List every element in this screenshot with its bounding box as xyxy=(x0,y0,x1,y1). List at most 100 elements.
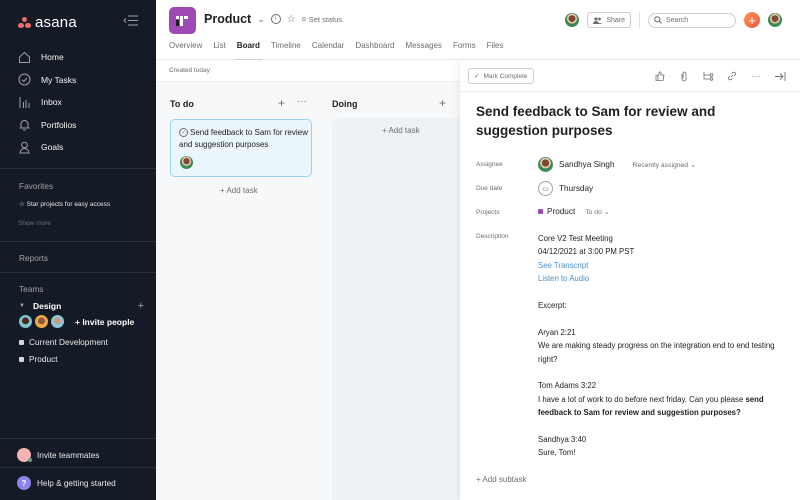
add-subtask-button[interactable]: + Add subtask xyxy=(476,475,526,484)
avatar[interactable] xyxy=(19,315,32,328)
caret-down-icon[interactable]: ▼ xyxy=(19,303,25,309)
add-task-button[interactable]: + Add task xyxy=(382,126,420,135)
collapse-sidebar-icon[interactable] xyxy=(123,15,139,27)
description-label: Description xyxy=(476,233,509,240)
project-label: Current Development xyxy=(29,337,108,347)
quick-add-button[interactable]: + xyxy=(744,12,760,28)
sidebar-item-label: Inbox xyxy=(41,97,62,108)
speaker-line: Sandhya 3:40 xyxy=(538,435,587,445)
sidebar-item-home[interactable]: Home xyxy=(18,46,148,69)
mark-complete-button[interactable]: ✓ Mark Complete xyxy=(468,68,534,84)
project-name[interactable]: Product xyxy=(547,207,575,216)
set-status-button[interactable]: Set status xyxy=(301,15,342,24)
project-color-icon xyxy=(19,339,24,345)
task-toolbar: ··· xyxy=(648,68,792,84)
recently-assigned-dropdown[interactable]: Recently assigned ⌄ xyxy=(633,161,696,169)
home-icon xyxy=(18,51,31,64)
section-dropdown[interactable]: To do ⌄ xyxy=(585,208,609,216)
assignee-avatar xyxy=(538,157,553,172)
project-member-avatar[interactable] xyxy=(565,13,580,27)
link-icon[interactable] xyxy=(720,68,744,84)
divider xyxy=(0,467,156,468)
divider xyxy=(0,168,156,169)
sidebar-item-inbox[interactable]: Inbox xyxy=(18,91,148,114)
sidebar-item-label: Portfolios xyxy=(41,119,77,130)
mark-complete-label: Mark Complete xyxy=(483,72,528,80)
projects-label: Projects xyxy=(476,209,500,216)
help-button[interactable]: ? Help & getting started xyxy=(17,476,116,490)
tab-files[interactable]: Files xyxy=(487,41,504,60)
tab-dashboard[interactable]: Dashboard xyxy=(355,41,394,60)
task-card-title: Send feedback to Sam for review and sugg… xyxy=(179,128,308,149)
attachment-icon[interactable] xyxy=(672,68,696,84)
like-icon[interactable] xyxy=(648,68,672,84)
show-more-link[interactable]: Show more xyxy=(18,220,51,227)
user-avatar[interactable] xyxy=(768,13,782,27)
project-color-icon xyxy=(19,356,24,362)
divider xyxy=(460,91,800,92)
check-circle-icon xyxy=(18,73,31,86)
add-project-icon[interactable]: + xyxy=(138,300,144,312)
reports-link[interactable]: Reports xyxy=(19,253,48,263)
task-title[interactable]: Send feedback to Sam for review and sugg… xyxy=(476,102,786,140)
add-task-button[interactable]: + Add task xyxy=(220,186,258,195)
listen-audio-link[interactable]: Listen to Audio xyxy=(538,272,788,285)
asana-logo[interactable]: asana xyxy=(18,14,77,31)
project-title: Product ⌄ i ☆ Set status xyxy=(204,12,342,26)
team-design[interactable]: ▼ Design + xyxy=(19,300,144,312)
sidebar-item-my-tasks[interactable]: My Tasks xyxy=(18,69,148,92)
invite-teammates-icon xyxy=(17,448,32,462)
tab-overview[interactable]: Overview xyxy=(169,41,202,60)
speaker-text: I have a lot of work to do before next f… xyxy=(538,393,788,420)
task-card[interactable]: ✓ Send feedback to Sam for review and su… xyxy=(170,119,312,177)
check-icon: ✓ xyxy=(474,73,480,80)
due-date-field[interactable]: ▭ Thursday xyxy=(538,181,593,196)
description[interactable]: Core V2 Test Meeting 04/12/2021 at 3:00 … xyxy=(538,232,788,460)
project-header: Product ⌄ i ☆ Set status Overview List B… xyxy=(156,0,800,60)
sidebar-item-goals[interactable]: Goals xyxy=(18,136,148,159)
subtask-icon[interactable] xyxy=(696,68,720,84)
more-icon[interactable]: ··· xyxy=(297,96,307,107)
meeting-time: 04/12/2021 at 3:00 PM PST xyxy=(538,247,635,257)
close-pane-icon[interactable] xyxy=(768,68,792,84)
tab-calendar[interactable]: Calendar xyxy=(312,41,344,60)
divider xyxy=(0,438,156,439)
project-label: Product xyxy=(29,354,58,364)
invite-people-button[interactable]: + Invite people xyxy=(75,317,134,327)
column-title-doing[interactable]: Doing xyxy=(332,99,358,109)
meeting-title: Core V2 Test Meeting xyxy=(538,234,613,243)
help-label: Help & getting started xyxy=(37,478,116,488)
board: To do + ··· ✓ Send feedback to Sam for r… xyxy=(156,82,460,500)
avatar[interactable] xyxy=(35,315,48,328)
speaker-line: Aryan 2:21 xyxy=(538,327,576,337)
tab-board[interactable]: Board xyxy=(234,41,263,60)
tab-timeline[interactable]: Timeline xyxy=(271,41,301,60)
projects-field[interactable]: Product To do ⌄ xyxy=(538,207,609,216)
project-name[interactable]: Product xyxy=(204,12,251,26)
info-icon[interactable]: i xyxy=(270,14,281,24)
more-icon[interactable]: ··· xyxy=(744,68,768,84)
sidebar-project-product[interactable]: Product xyxy=(19,354,58,364)
avatar[interactable] xyxy=(51,315,64,328)
add-task-icon[interactable]: + xyxy=(439,96,446,110)
star-icon[interactable]: ☆ xyxy=(287,14,296,25)
assignee-avatar[interactable] xyxy=(180,156,193,169)
assignee-field[interactable]: Sandhya Singh Recently assigned ⌄ xyxy=(538,157,696,172)
see-transcript-link[interactable]: See Transcript xyxy=(538,259,788,272)
share-button[interactable]: Share xyxy=(587,12,631,28)
teams-heading: Teams xyxy=(19,284,44,294)
project-icon[interactable] xyxy=(169,7,196,34)
column-title-to-do[interactable]: To do xyxy=(170,99,194,109)
sidebar-item-portfolios[interactable]: Portfolios xyxy=(18,114,148,137)
favorites-hint: ☆ Star projects for easy access xyxy=(19,201,111,208)
favorites-heading[interactable]: Favorites xyxy=(19,181,53,191)
sidebar-project-current-development[interactable]: Current Development xyxy=(19,337,108,347)
tab-messages[interactable]: Messages xyxy=(405,41,441,60)
tab-forms[interactable]: Forms xyxy=(453,41,476,60)
invite-teammates-button[interactable]: Invite teammates xyxy=(17,448,99,462)
chevron-down-icon[interactable]: ⌄ xyxy=(257,14,265,25)
inbox-icon xyxy=(18,96,31,109)
search-input[interactable]: Search xyxy=(648,12,736,28)
add-task-icon[interactable]: + xyxy=(278,96,285,110)
tab-list[interactable]: List xyxy=(213,41,225,60)
